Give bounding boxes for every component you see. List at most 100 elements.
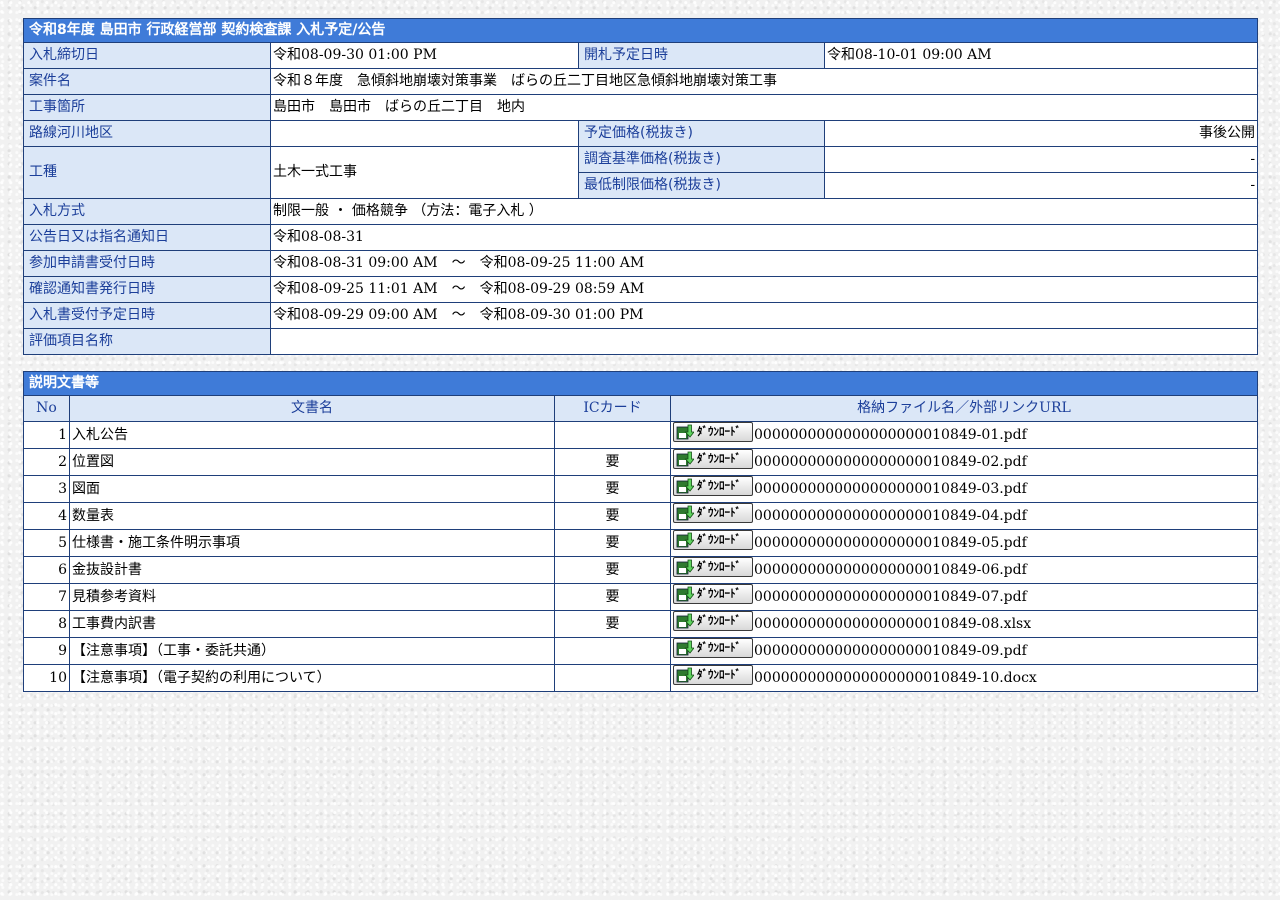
- bid-method-value: 制限一般 ・ 価格競争 （方法：電子入札 ）: [269, 198, 1259, 225]
- row-ic-card: 要: [554, 556, 671, 584]
- route-label: 路線河川地区: [23, 120, 271, 147]
- confirm-period-label: 確認通知書発行日時: [23, 276, 271, 303]
- download-button[interactable]: ﾀﾞｳﾝﾛｰﾄﾞ: [673, 638, 753, 658]
- row-no: 2: [23, 448, 70, 476]
- work-type-value: 土木一式工事: [270, 146, 579, 199]
- row-ic-card: 要: [554, 502, 671, 530]
- file-name: 0000000000000000000010849-02.pdf: [754, 454, 1027, 470]
- row-no: 3: [23, 475, 70, 503]
- download-icon: [676, 478, 694, 494]
- opening-date-value: 令和08-10-01 09:00 AM: [823, 42, 1259, 69]
- download-button[interactable]: ﾀﾞｳﾝﾛｰﾄﾞ: [673, 422, 753, 442]
- download-button[interactable]: ﾀﾞｳﾝﾛｰﾄﾞ: [673, 449, 753, 469]
- download-button[interactable]: ﾀﾞｳﾝﾛｰﾄﾞ: [673, 665, 753, 685]
- download-icon: [676, 586, 694, 602]
- project-name-label: 案件名: [23, 68, 271, 95]
- download-label: ﾀﾞｳﾝﾛｰﾄﾞ: [697, 587, 741, 600]
- download-icon: [676, 505, 694, 521]
- notice-title: 令和8年度 島田市 行政経営部 契約検査課 入札予定/公告: [22, 18, 1259, 43]
- download-icon: [676, 451, 694, 467]
- row-file-cell: ﾀﾞｳﾝﾛｰﾄﾞ 0000000000000000000010849-05.pd…: [670, 529, 1258, 557]
- table-row: 9 【注意事項】（工事・委託共通） ﾀﾞｳﾝﾛｰﾄﾞ 0000000000000…: [23, 637, 1258, 665]
- bid-deadline-label: 入札締切日: [23, 42, 271, 69]
- row-doc-name: 位置図: [69, 448, 555, 476]
- download-icon: [676, 667, 694, 683]
- row-file-cell: ﾀﾞｳﾝﾛｰﾄﾞ 0000000000000000000010849-04.pd…: [670, 502, 1258, 530]
- table-row: 7 見積参考資料 要 ﾀﾞｳﾝﾛｰﾄﾞ 00000000000000000000…: [23, 583, 1258, 611]
- row-doc-name: 数量表: [69, 502, 555, 530]
- row-no: 6: [23, 556, 70, 584]
- survey-price-value: -: [823, 146, 1259, 173]
- opening-date-label: 開札予定日時: [578, 42, 825, 69]
- download-label: ﾀﾞｳﾝﾛｰﾄﾞ: [697, 641, 741, 654]
- row-no: 7: [23, 583, 70, 611]
- project-name-value: 令和８年度 急傾斜地崩壊対策事業 ばらの丘二丁目地区急傾斜地崩壊対策工事: [269, 68, 1259, 95]
- row-file-cell: ﾀﾞｳﾝﾛｰﾄﾞ 0000000000000000000010849-10.do…: [670, 664, 1258, 692]
- download-button[interactable]: ﾀﾞｳﾝﾛｰﾄﾞ: [673, 557, 753, 577]
- download-button[interactable]: ﾀﾞｳﾝﾛｰﾄﾞ: [673, 476, 753, 496]
- row-no: 10: [23, 664, 70, 692]
- col-header-name: 文書名: [69, 395, 555, 422]
- survey-price-label: 調査基準価格(税抜き): [578, 146, 825, 173]
- documents-table: 説明文書等 No 文書名 ICカード 格納ファイル名／外部リンクURL 1 入札…: [23, 371, 1258, 692]
- table-row: 5 仕様書・施工条件明示事項 要 ﾀﾞｳﾝﾛｰﾄﾞ 00000000000000…: [23, 529, 1258, 557]
- download-label: ﾀﾞｳﾝﾛｰﾄﾞ: [697, 425, 741, 438]
- row-ic-card: [554, 664, 671, 692]
- row-file-cell: ﾀﾞｳﾝﾛｰﾄﾞ 0000000000000000000010849-09.pd…: [670, 637, 1258, 665]
- row-no: 8: [23, 610, 70, 638]
- file-name: 0000000000000000000010849-08.xlsx: [754, 616, 1032, 632]
- planned-price-label: 予定価格(税抜き): [578, 120, 825, 147]
- confirm-period-value: 令和08-09-25 11:01 AM ～ 令和08-09-29 08:59 A…: [269, 276, 1259, 303]
- download-label: ﾀﾞｳﾝﾛｰﾄﾞ: [697, 614, 741, 627]
- row-no: 9: [23, 637, 70, 665]
- download-button[interactable]: ﾀﾞｳﾝﾛｰﾄﾞ: [673, 530, 753, 550]
- row-file-cell: ﾀﾞｳﾝﾛｰﾄﾞ 0000000000000000000010849-08.xl…: [670, 610, 1258, 638]
- col-header-ic: ICカード: [554, 395, 671, 422]
- row-ic-card: 要: [554, 583, 671, 611]
- row-doc-name: 【注意事項】（工事・委託共通）: [69, 637, 555, 665]
- location-value: 島田市 島田市 ばらの丘二丁目 地内: [269, 94, 1259, 121]
- download-icon: [676, 559, 694, 575]
- row-doc-name: 入札公告: [69, 421, 555, 449]
- row-ic-card: [554, 421, 671, 449]
- table-row: 6 金抜設計書 要 ﾀﾞｳﾝﾛｰﾄﾞ 000000000000000000001…: [23, 556, 1258, 584]
- col-header-file: 格納ファイル名／外部リンクURL: [670, 395, 1258, 422]
- row-file-cell: ﾀﾞｳﾝﾛｰﾄﾞ 0000000000000000000010849-07.pd…: [670, 583, 1258, 611]
- table-row: 8 工事費内訳書 要 ﾀﾞｳﾝﾛｰﾄﾞ 00000000000000000000…: [23, 610, 1258, 638]
- file-name: 0000000000000000000010849-04.pdf: [754, 508, 1027, 524]
- row-doc-name: 図面: [69, 475, 555, 503]
- file-name: 0000000000000000000010849-09.pdf: [754, 643, 1027, 659]
- file-name: 0000000000000000000010849-10.docx: [754, 670, 1037, 686]
- download-button[interactable]: ﾀﾞｳﾝﾛｰﾄﾞ: [673, 584, 753, 604]
- table-row: 1 入札公告 ﾀﾞｳﾝﾛｰﾄﾞ 000000000000000000001084…: [23, 421, 1258, 449]
- file-name: 0000000000000000000010849-05.pdf: [754, 535, 1027, 551]
- download-icon: [676, 424, 694, 440]
- table-row: 4 数量表 要 ﾀﾞｳﾝﾛｰﾄﾞ 00000000000000000000108…: [23, 502, 1258, 530]
- row-no: 4: [23, 502, 70, 530]
- bid-deadline-value: 令和08-09-30 01:00 PM: [270, 42, 579, 69]
- download-icon: [676, 640, 694, 656]
- min-price-value: -: [823, 172, 1259, 199]
- file-name: 0000000000000000000010849-07.pdf: [754, 589, 1027, 605]
- apply-period-value: 令和08-08-31 09:00 AM ～ 令和08-09-25 11:00 A…: [269, 250, 1259, 277]
- download-button[interactable]: ﾀﾞｳﾝﾛｰﾄﾞ: [673, 503, 753, 523]
- download-label: ﾀﾞｳﾝﾛｰﾄﾞ: [697, 533, 741, 546]
- download-label: ﾀﾞｳﾝﾛｰﾄﾞ: [697, 479, 741, 492]
- eval-items-value: [269, 328, 1259, 355]
- notice-section: 令和8年度 島田市 行政経営部 契約検査課 入札予定/公告 入札締切日 令和08…: [22, 18, 1259, 355]
- file-name: 0000000000000000000010849-06.pdf: [754, 562, 1027, 578]
- row-ic-card: 要: [554, 475, 671, 503]
- download-icon: [676, 532, 694, 548]
- route-value: [270, 120, 579, 147]
- row-file-cell: ﾀﾞｳﾝﾛｰﾄﾞ 0000000000000000000010849-03.pd…: [670, 475, 1258, 503]
- row-file-cell: ﾀﾞｳﾝﾛｰﾄﾞ 0000000000000000000010849-02.pd…: [670, 448, 1258, 476]
- min-price-label: 最低制限価格(税抜き): [578, 172, 825, 199]
- bid-method-label: 入札方式: [23, 198, 271, 225]
- row-doc-name: 見積参考資料: [69, 583, 555, 611]
- table-row: 10 【注意事項】（電子契約の利用について） ﾀﾞｳﾝﾛｰﾄﾞ 00000000…: [23, 664, 1258, 692]
- row-ic-card: 要: [554, 448, 671, 476]
- download-button[interactable]: ﾀﾞｳﾝﾛｰﾄﾞ: [673, 611, 753, 631]
- announce-date-value: 令和08-08-31: [269, 224, 1259, 251]
- table-row: 2 位置図 要 ﾀﾞｳﾝﾛｰﾄﾞ 00000000000000000000108…: [23, 448, 1258, 476]
- table-row: 3 図面 要 ﾀﾞｳﾝﾛｰﾄﾞ 000000000000000000001084…: [23, 475, 1258, 503]
